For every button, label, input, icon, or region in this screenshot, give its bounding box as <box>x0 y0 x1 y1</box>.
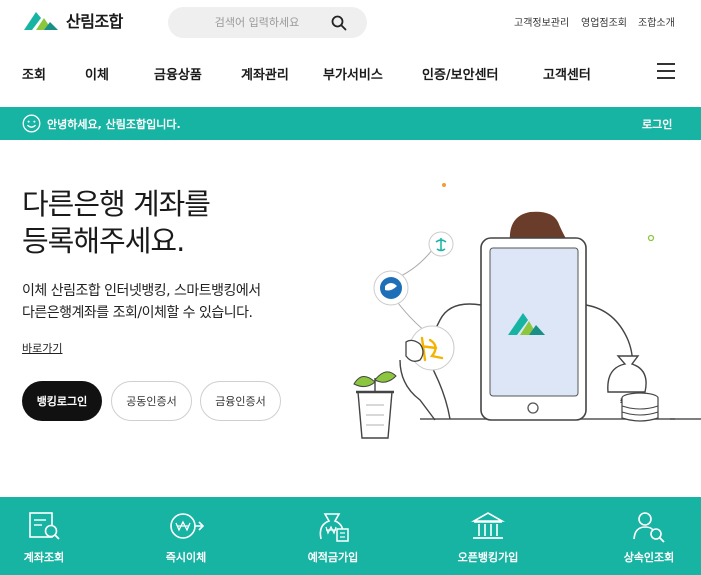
nav-inquiry[interactable]: 조회 <box>22 64 46 83</box>
quick-account-inquiry[interactable]: 계좌조회 <box>0 497 94 575</box>
open-banking-icon <box>470 512 506 539</box>
quick-open-banking[interactable]: 오픈뱅킹가입 <box>438 497 538 575</box>
search-box <box>168 7 367 38</box>
hero-title-line-2: 등록해주세요. <box>22 224 185 258</box>
hero-illustration: ₩ <box>353 183 701 439</box>
main-nav: 조회 이체 금융상품 계좌관리 부가서비스 인증/보안센터 고객센터 <box>0 56 701 90</box>
brand-mark-icon <box>24 12 58 30</box>
savings-join-icon <box>319 513 349 542</box>
brand-logo[interactable]: 산림조합 <box>22 8 123 32</box>
shortcut-link[interactable]: 바로가기 <box>22 340 62 356</box>
instant-transfer-icon <box>170 513 204 539</box>
login-link[interactable]: 로그인 <box>642 116 672 132</box>
quick-savings-join[interactable]: 예적금가입 <box>283 497 383 575</box>
quick-instant-transfer[interactable]: 즉시이체 <box>136 497 236 575</box>
nav-transfer[interactable]: 이체 <box>85 64 109 83</box>
hero-title-line-1: 다른은행 계좌를 <box>22 187 211 221</box>
welcome-bar: 안녕하세요, 산림조합입니다. 로그인 <box>0 107 701 140</box>
quick-label: 예적금가입 <box>307 551 359 564</box>
nav-account[interactable]: 계좌관리 <box>241 64 289 83</box>
header: 산림조합 고객정보관리 영업점조회 조합소개 <box>0 0 701 44</box>
about-link[interactable]: 조합소개 <box>638 14 675 29</box>
banking-login-button[interactable]: 뱅킹로그인 <box>22 381 102 421</box>
quick-label: 계좌조회 <box>23 551 65 564</box>
quick-label: 즉시이체 <box>165 551 207 564</box>
smile-icon <box>22 114 41 133</box>
brand-name: 산림조합 <box>66 12 123 31</box>
heir-search-icon <box>633 512 665 543</box>
menu-icon[interactable] <box>657 63 675 79</box>
nav-security-center[interactable]: 인증/보안센터 <box>422 64 499 83</box>
hero-description-line-2: 다른은행계좌를 조회/이체할 수 있습니다. <box>22 305 253 321</box>
customer-info-link[interactable]: 고객정보관리 <box>514 14 569 29</box>
finance-certificate-button[interactable]: 금융인증서 <box>200 381 281 421</box>
quick-heir-inquiry[interactable]: 상속인조회 <box>599 497 699 575</box>
hero-title: 다른은행 계좌를 등록해주세요. <box>22 186 211 260</box>
quick-label: 오픈뱅킹가입 <box>457 551 519 564</box>
quick-menu: 계좌조회 즉시이체 예적금가입 오픈뱅킹가입 상속인조회 <box>0 497 701 575</box>
search-icon[interactable] <box>328 12 350 34</box>
welcome-message: 안녕하세요, 산림조합입니다. <box>47 118 181 131</box>
joint-certificate-button[interactable]: 공동인증서 <box>111 381 192 421</box>
hero-description: 이체 산림조합 인터넷뱅킹, 스마트뱅킹에서 다른은행계좌를 조회/이체할 수 … <box>22 280 261 324</box>
account-search-icon <box>29 512 60 540</box>
quick-label: 상속인조회 <box>623 551 675 564</box>
nav-products[interactable]: 금융상품 <box>154 64 202 83</box>
branch-search-link[interactable]: 영업점조회 <box>581 14 627 29</box>
nav-customer-center[interactable]: 고객센터 <box>543 64 591 83</box>
hero-description-line-1: 이체 산림조합 인터넷뱅킹, 스마트뱅킹에서 <box>22 283 261 299</box>
nav-extra-services[interactable]: 부가서비스 <box>323 64 383 83</box>
search-input[interactable] <box>182 13 332 32</box>
